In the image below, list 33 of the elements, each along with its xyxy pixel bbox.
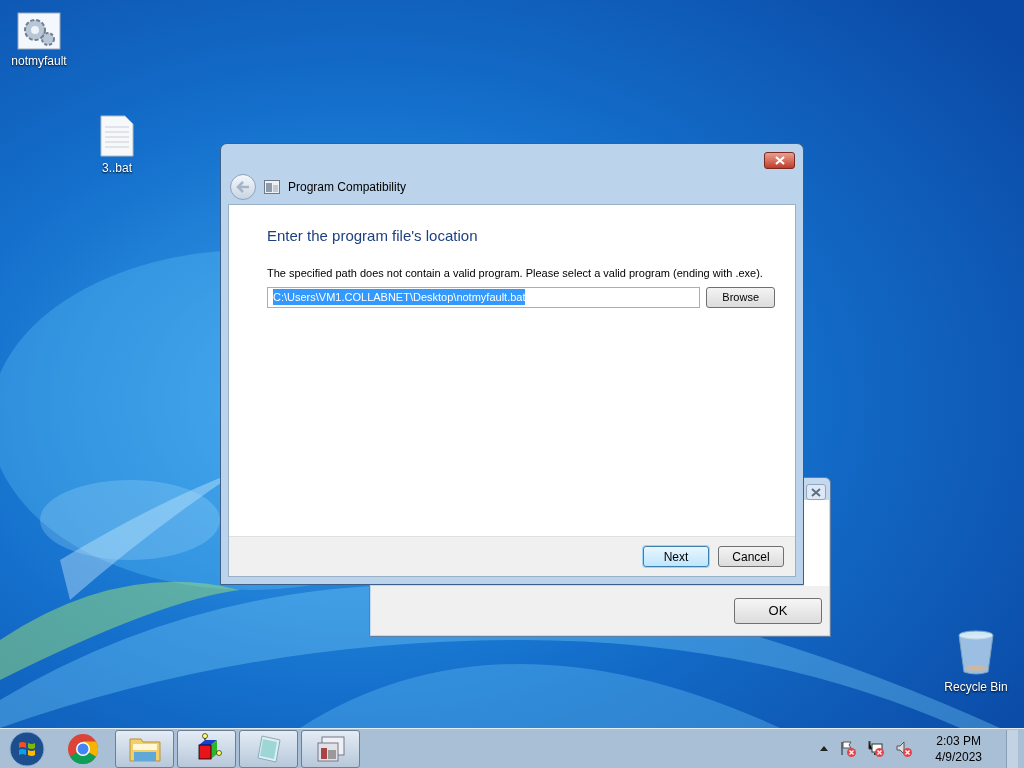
start-button[interactable]	[7, 729, 47, 768]
program-icon	[264, 180, 280, 194]
error-message: The specified path does not contain a valid program. Please select a valid program (ending with .exe).	[267, 265, 764, 280]
clock-time[interactable]: 2:03 PM	[936, 732, 981, 749]
taskbar-button[interactable]	[301, 729, 360, 768]
dialog-button[interactable]: Cancel	[718, 546, 784, 567]
document-icon[interactable]	[100, 115, 134, 157]
trash-bin-icon[interactable]	[957, 630, 995, 676]
dialog-button[interactable]: Next	[643, 546, 709, 567]
back-arrow-icon	[236, 181, 250, 193]
close-icon	[811, 487, 821, 497]
page-heading: Enter the program file's location	[267, 226, 479, 246]
close-button[interactable]	[806, 484, 826, 500]
up-arrow-icon	[820, 746, 829, 751]
taskbar-button[interactable]	[115, 729, 174, 768]
taskbar-button[interactable]	[177, 729, 236, 768]
flag-error-icon[interactable]	[839, 739, 858, 758]
close-button[interactable]	[764, 152, 795, 169]
taskbar-button[interactable]	[239, 729, 298, 768]
icon-label[interactable]: Recycle Bin	[944, 680, 1008, 695]
window-title: Program Compatibility	[288, 179, 407, 196]
chrome-logo-icon	[66, 732, 99, 765]
ok-button[interactable]: OK	[734, 598, 822, 624]
network-error-icon[interactable]	[867, 739, 886, 758]
browse-button[interactable]: Browse	[706, 286, 775, 308]
gear-icon[interactable]	[17, 12, 61, 50]
windows-logo-icon	[9, 730, 45, 767]
clock-date[interactable]: 4/9/2023	[935, 748, 982, 765]
icon-label[interactable]: 3..bat	[102, 161, 132, 176]
speaker-muted-icon[interactable]	[895, 739, 914, 758]
program-window-icon	[315, 734, 346, 763]
close-icon	[774, 156, 785, 165]
icon-label[interactable]: notmyfault	[11, 54, 67, 69]
